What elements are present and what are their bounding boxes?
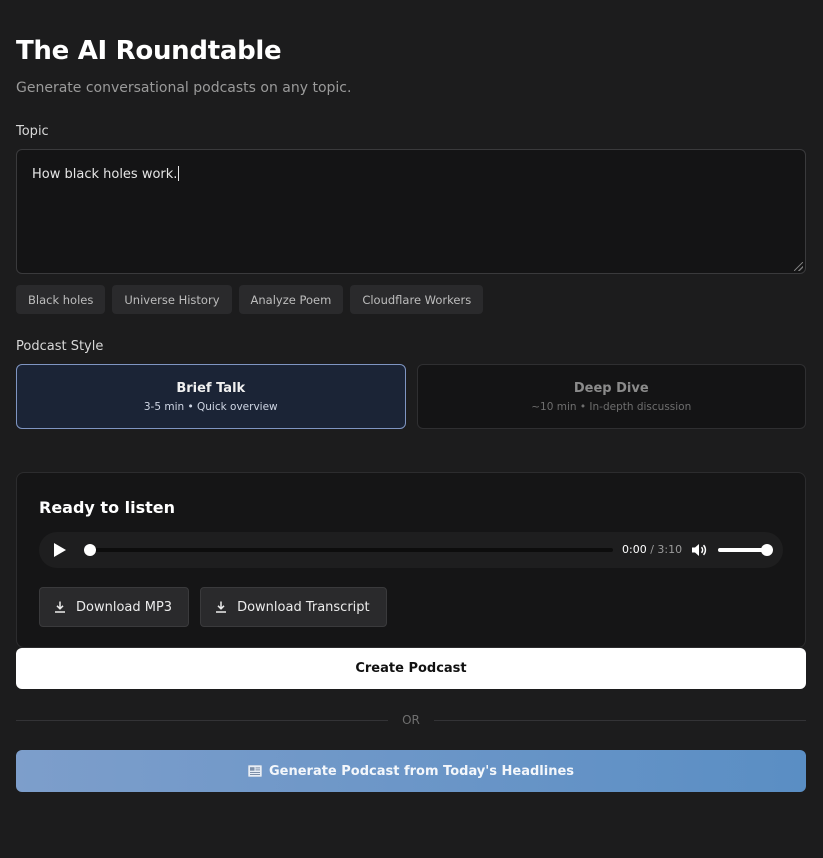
time-display: 0:00 / 3:10 [622,543,682,556]
suggestion-chip-universe-history[interactable]: Universe History [112,285,232,314]
duration: 3:10 [657,543,683,556]
topic-input[interactable]: How black holes work. [16,149,806,274]
audio-player: 0:00 / 3:10 [39,532,783,568]
volume-thumb[interactable] [761,544,773,556]
headlines-podcast-button[interactable]: Generate Podcast from Today's Headlines [16,750,806,792]
page-subtitle: Generate conversational podcasts on any … [16,80,352,96]
result-title: Ready to listen [39,498,176,517]
page-title: The AI Roundtable [16,36,282,66]
resize-handle-icon[interactable] [794,262,803,271]
download-actions: Download MP3 Download Transcript [39,587,387,627]
play-icon[interactable] [54,543,66,557]
topic-label: Topic [16,124,49,139]
podcast-style-options: Brief Talk 3-5 min • Quick overview Deep… [16,364,806,429]
download-mp3-button[interactable]: Download MP3 [39,587,190,627]
download-transcript-button[interactable]: Download Transcript [200,587,387,627]
seek-thumb[interactable] [84,544,96,556]
topic-input-value: How black holes work. [32,167,178,182]
style-option-desc: 3-5 min • Quick overview [143,400,278,413]
create-podcast-button[interactable]: Create Podcast [16,648,806,689]
or-label: OR [402,713,420,727]
topic-suggestions: Black holes Universe History Analyze Poe… [16,285,484,314]
download-icon [55,601,65,613]
text-caret [178,166,180,181]
style-option-brief-talk[interactable]: Brief Talk 3-5 min • Quick overview [16,364,406,429]
podcast-style-label: Podcast Style [16,339,104,354]
style-option-deep-dive[interactable]: Deep Dive ~10 min • In-depth discussion [416,364,806,429]
time-separator: / [646,543,658,556]
suggestion-chip-black-holes[interactable]: Black holes [16,285,106,314]
volume-slider[interactable] [718,544,773,556]
headlines-button-label: Generate Podcast from Today's Headlines [268,763,575,779]
download-icon [216,601,227,613]
divider-line [433,719,807,721]
style-option-name: Deep Dive [573,380,649,396]
current-time: 0:00 [622,543,647,556]
or-divider: OR [16,711,807,729]
volume-icon[interactable] [691,543,707,557]
suggestion-chip-analyze-poem[interactable]: Analyze Poem [238,285,344,314]
result-panel: Ready to listen 0:00 / 3:10 Download MP3… [16,472,806,648]
suggestion-chip-cloudflare-workers[interactable]: Cloudflare Workers [350,285,484,314]
divider-line [16,719,389,721]
download-transcript-label: Download Transcript [237,599,370,615]
style-option-desc: ~10 min • In-depth discussion [531,400,692,413]
seek-bar[interactable] [84,544,613,556]
newspaper-icon [247,765,262,777]
download-mp3-label: Download MP3 [76,599,173,615]
style-option-name: Brief Talk [176,380,246,396]
